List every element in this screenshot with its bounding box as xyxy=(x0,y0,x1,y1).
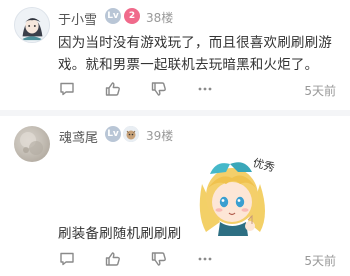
comment-icon[interactable] xyxy=(58,250,76,268)
comment-text-line: 刷装备刷随机刷刷刷 xyxy=(58,226,182,242)
username[interactable]: 于小雪 xyxy=(58,9,97,28)
floor-number: 38楼 xyxy=(146,11,174,25)
level-badge: Lv xyxy=(105,8,121,24)
like-icon[interactable] xyxy=(104,80,122,98)
anime-girl-sticker-icon: 优秀 xyxy=(199,156,276,236)
comment-item: 于小雪 Lv 2 38楼 因为当时没有游戏玩了，而且很喜欢刷刷刷游 戏。就和男票… xyxy=(0,0,350,110)
comment-text-line: 因为当时没有游戏玩了，而且很喜欢刷刷刷游 xyxy=(58,35,332,51)
vip-badge: 2 xyxy=(124,8,140,24)
floor-number: 39楼 xyxy=(146,129,174,143)
comment-actions xyxy=(58,250,214,268)
comment-icon[interactable] xyxy=(58,80,76,98)
like-icon[interactable] xyxy=(104,250,122,268)
comment-text-line: 戏。就和男票一起联机去玩暗黑和火炬了。 xyxy=(58,57,319,73)
more-icon[interactable] xyxy=(196,250,214,268)
more-icon[interactable] xyxy=(196,80,214,98)
avatar[interactable] xyxy=(14,126,50,162)
avatar-illustration xyxy=(20,132,43,155)
sticker-image: 优秀 xyxy=(190,144,280,239)
timestamp: 5天前 xyxy=(304,254,336,268)
pet-badge-icon xyxy=(123,126,139,142)
comment-item: 魂鸢尾 Lv 39楼 优秀 刷装备刷随机刷刷刷 5天前 xyxy=(0,116,350,276)
sticker-text: 优秀 xyxy=(251,156,276,174)
timestamp: 5天前 xyxy=(304,84,336,98)
dislike-icon[interactable] xyxy=(150,80,168,98)
comment-actions xyxy=(58,80,214,98)
avatar[interactable] xyxy=(14,7,50,43)
level-badge: Lv xyxy=(105,126,121,142)
username[interactable]: 魂鸢尾 xyxy=(59,127,98,146)
dislike-icon[interactable] xyxy=(150,250,168,268)
avatar-illustration xyxy=(15,8,49,42)
